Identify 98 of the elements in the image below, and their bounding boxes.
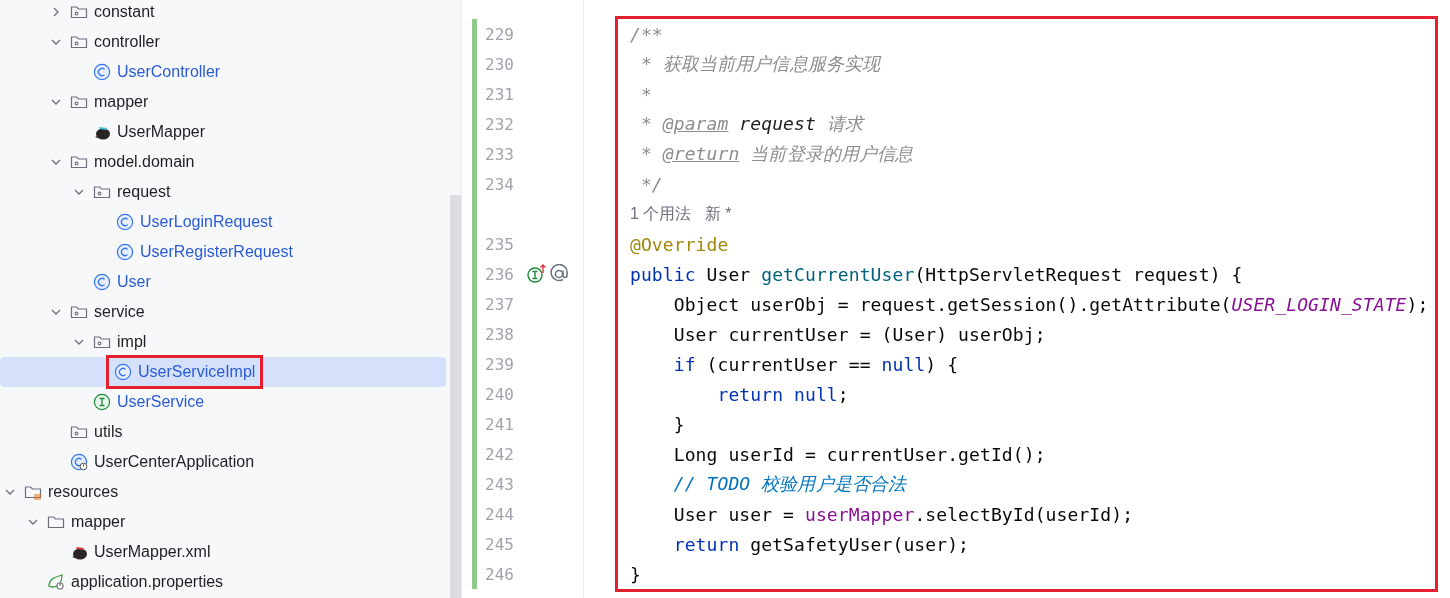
line-number: 240 [485, 384, 515, 404]
tree-item[interactable]: model.domain [0, 147, 446, 177]
item-content: service [70, 297, 151, 327]
item-content: model.domain [70, 147, 201, 177]
line-number: 234 [485, 174, 515, 194]
item-content: UserMapper.xml [70, 537, 217, 567]
code-line: return null; [716, 383, 849, 405]
item-content: UserLoginRequest [116, 207, 279, 237]
package-folder-icon [70, 93, 88, 111]
code-line: @Override [630, 233, 729, 255]
tree-item[interactable]: service [0, 297, 446, 327]
at-sign-icon[interactable] [549, 264, 569, 284]
package-folder-icon [93, 183, 111, 201]
code-line: public User getCurrentUser(HttpServletRequest request) { [630, 263, 1243, 285]
item-content: User [93, 267, 157, 297]
tree-item[interactable]: impl [0, 327, 446, 357]
line-number: 238 [485, 324, 515, 344]
line-number: 244 [485, 504, 515, 524]
tree-item[interactable]: UserMapper.xml [0, 537, 446, 567]
highlighted-item: UserServiceImpl [108, 357, 262, 387]
tree-item[interactable]: controller [0, 27, 446, 57]
line-number: 236 [485, 264, 515, 284]
tree-item[interactable]: constant [0, 0, 446, 27]
code-line: * [639, 83, 652, 105]
line-number: 235 [485, 234, 515, 254]
interface-icon [93, 393, 111, 411]
line-number: 237 [485, 294, 515, 314]
code-line: * @return 当前登录的用户信息 [639, 142, 914, 166]
class-icon [93, 63, 111, 81]
package-folder-icon [70, 153, 88, 171]
code-line: Object userObj = request.getSession().getAttribute(USER_LOGIN_STATE); [672, 293, 1429, 315]
class-icon [114, 363, 132, 381]
item-content: application.properties [47, 567, 230, 597]
tree-item[interactable]: User [0, 267, 446, 297]
tree-item[interactable]: UserRegisterRequest [0, 237, 446, 267]
tree-item[interactable]: UserMapper [0, 117, 446, 147]
item-content: controller [70, 27, 166, 57]
line-number: 242 [485, 444, 515, 464]
line-number: 241 [485, 414, 515, 434]
package-folder-icon [70, 303, 88, 321]
tree-item[interactable]: UserController [0, 57, 446, 87]
code-line: User user = userMapper.selectById(userId); [672, 503, 1134, 525]
item-content: UserRegisterRequest [116, 237, 299, 267]
tree-item[interactable]: utils [0, 417, 446, 447]
class-power-icon [70, 453, 88, 471]
tree-item[interactable]: UserCenterApplication [0, 447, 446, 477]
tree-item[interactable]: UserLoginRequest [0, 207, 446, 237]
code-line: /** [630, 23, 663, 45]
package-folder-icon [70, 423, 88, 441]
code-line: User currentUser = (User) userObj; [672, 323, 1046, 345]
line-number: 232 [485, 114, 515, 134]
class-icon [116, 213, 134, 231]
line-number: 230 [485, 54, 515, 74]
line-number: 243 [485, 474, 515, 494]
item-content: request [93, 177, 177, 207]
scrollbar[interactable] [450, 195, 461, 598]
tree-item[interactable]: mapper [0, 507, 446, 537]
code-line: * @param request 请求 [639, 112, 864, 136]
item-content: UserMapper [93, 117, 212, 147]
code-line: Long userId = currentUser.getId(); [672, 443, 1046, 465]
code-line: } [672, 413, 685, 435]
tree-item[interactable]: request [0, 177, 446, 207]
code-line: */ [639, 173, 663, 195]
item-content: mapper [70, 87, 155, 117]
item-content: mapper [47, 507, 132, 537]
item-content: resources [24, 477, 125, 507]
item-content: UserService [93, 387, 211, 417]
line-number: 233 [485, 144, 515, 164]
package-folder-icon [70, 3, 88, 21]
package-folder-icon [70, 33, 88, 51]
tree-item[interactable]: UserService [0, 387, 446, 417]
item-content: utils [70, 417, 129, 447]
line-number: 245 [485, 534, 515, 554]
class-icon [116, 243, 134, 261]
resources-folder-icon [24, 483, 42, 501]
item-content: impl [93, 327, 153, 357]
code-line: } [630, 563, 641, 585]
folder-icon [47, 513, 65, 531]
line-number: 229 [485, 24, 515, 44]
item-content: UserController [93, 57, 227, 87]
code-line: return getSafetyUser(user); [672, 533, 970, 555]
item-content: constant [70, 0, 161, 27]
tree-item[interactable]: mapper [0, 87, 446, 117]
class-icon [93, 273, 111, 291]
tree-item[interactable]: resources [0, 477, 446, 507]
package-folder-icon [93, 333, 111, 351]
line-number: 246 [485, 564, 515, 584]
line-number: 239 [485, 354, 515, 374]
usage-hint[interactable]: 1 个用法 新 * [630, 203, 732, 225]
item-content: UserCenterApplication [70, 447, 261, 477]
line-number: 231 [485, 84, 515, 104]
code-line: // TODO 校验用户是否合法 [672, 472, 907, 496]
code-line: if (currentUser == null) { [672, 353, 959, 375]
leaf-icon [47, 573, 65, 591]
code-line: * 获取当前用户信息服务实现 [639, 52, 880, 76]
tree-item[interactable]: application.properties [0, 567, 446, 597]
tree-item[interactable]: UserServiceImpl [0, 357, 446, 387]
implements-icon[interactable] [527, 264, 547, 284]
